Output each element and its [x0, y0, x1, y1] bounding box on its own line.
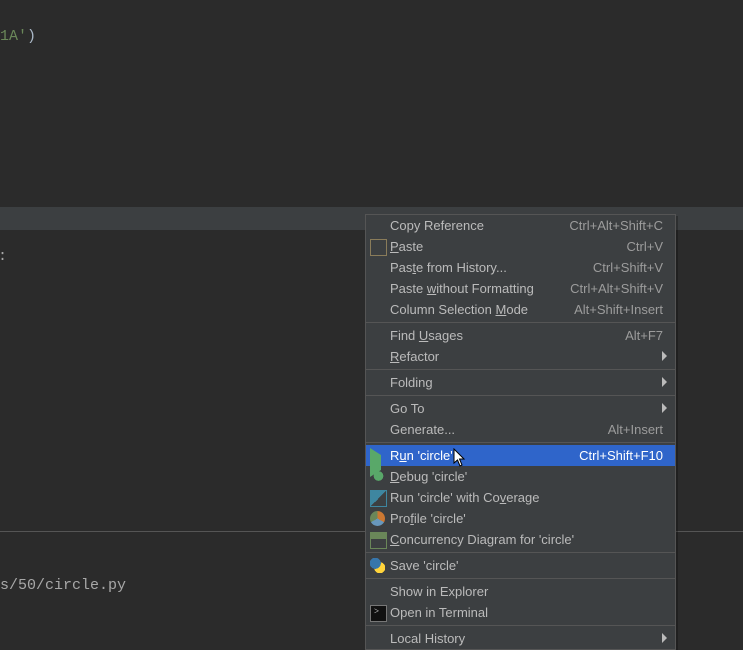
menu-item[interactable]: Paste from History... Ctrl+Shift+V — [366, 257, 675, 278]
submenu-arrow-icon — [662, 377, 667, 387]
menu-item-label: Open in Terminal — [390, 602, 488, 623]
context-menu[interactable]: Copy Reference Ctrl+Alt+Shift+C Paste Ctrl+… — [365, 214, 676, 650]
menu-item[interactable]: Paste without Formatting Ctrl+Alt+Shift+V — [366, 278, 675, 299]
menu-item[interactable]: Debug 'circle' — [366, 466, 675, 487]
menu-item[interactable]: Save 'circle' — [366, 555, 675, 576]
menu-item-shortcut: Alt+Shift+Insert — [574, 299, 663, 320]
menu-item-shortcut: Alt+F7 — [625, 325, 663, 346]
menu-item[interactable]: Profile 'circle' — [366, 508, 675, 529]
menu-item[interactable]: Concurrency Diagram for 'circle' — [366, 529, 675, 550]
python-icon — [370, 558, 385, 573]
menu-item-label: Local History — [390, 628, 465, 649]
menu-item[interactable]: Show in Explorer — [366, 581, 675, 602]
menu-item-label: Profile 'circle' — [390, 508, 466, 529]
menu-separator — [366, 369, 675, 370]
menu-item[interactable]: Open in Terminal — [366, 602, 675, 623]
menu-item[interactable]: Run 'circle' Ctrl+Shift+F10 — [366, 445, 675, 466]
menu-item-label: Generate... — [390, 419, 455, 440]
status-path: s/50/circle.py — [0, 577, 126, 594]
code-fragment: 1A') — [0, 28, 36, 45]
submenu-arrow-icon — [662, 351, 667, 361]
menu-separator — [366, 395, 675, 396]
menu-item[interactable]: Paste Ctrl+V — [366, 236, 675, 257]
menu-item-label: Debug 'circle' — [390, 466, 467, 487]
code-token-paren: ) — [27, 28, 36, 45]
menu-item-label: Show in Explorer — [390, 581, 488, 602]
submenu-arrow-icon — [662, 633, 667, 643]
menu-item[interactable]: Copy Reference Ctrl+Alt+Shift+C — [366, 215, 675, 236]
cover-icon — [370, 490, 387, 507]
menu-item[interactable]: Folding — [366, 372, 675, 393]
menu-item[interactable]: Generate... Alt+Insert — [366, 419, 675, 440]
menu-separator — [366, 578, 675, 579]
menu-separator — [366, 625, 675, 626]
term-icon — [370, 605, 387, 622]
menu-item[interactable]: Local History — [366, 628, 675, 649]
menu-item-label: Run 'circle' with Coverage — [390, 487, 539, 508]
debug-icon — [370, 469, 387, 486]
menu-item[interactable]: Run 'circle' with Coverage — [366, 487, 675, 508]
code-token-string: 1A' — [0, 28, 27, 45]
menu-item-label: Folding — [390, 372, 433, 393]
editor-area[interactable]: 1A') — [0, 0, 743, 207]
menu-item[interactable]: Find Usages Alt+F7 — [366, 325, 675, 346]
menu-item-label: Paste from History... — [390, 257, 507, 278]
menu-item-label: Concurrency Diagram for 'circle' — [390, 529, 574, 550]
menu-item-label: Refactor — [390, 346, 439, 367]
menu-item-shortcut: Ctrl+Shift+V — [593, 257, 663, 278]
menu-item-label: Paste without Formatting — [390, 278, 534, 299]
menu-item-shortcut: Ctrl+Alt+Shift+C — [569, 215, 663, 236]
menu-item-label: Go To — [390, 398, 424, 419]
menu-separator — [366, 442, 675, 443]
panel-text-fragment: : — [0, 248, 7, 265]
concur-icon — [370, 532, 387, 549]
menu-separator — [366, 322, 675, 323]
menu-item-label: Paste — [390, 236, 423, 257]
menu-item-shortcut: Ctrl+Alt+Shift+V — [570, 278, 663, 299]
menu-separator — [366, 552, 675, 553]
menu-item-shortcut: Ctrl+Shift+F10 — [579, 445, 663, 466]
menu-item-label: Save 'circle' — [390, 555, 459, 576]
menu-item-label: Column Selection Mode — [390, 299, 528, 320]
profile-icon — [370, 511, 385, 526]
menu-item-label: Find Usages — [390, 325, 463, 346]
menu-item[interactable]: Go To — [366, 398, 675, 419]
submenu-arrow-icon — [662, 403, 667, 413]
menu-item[interactable]: Column Selection Mode Alt+Shift+Insert — [366, 299, 675, 320]
menu-item-shortcut: Alt+Insert — [608, 419, 663, 440]
menu-item-label: Copy Reference — [390, 215, 484, 236]
paste-icon — [370, 239, 387, 256]
menu-item-label: Run 'circle' — [390, 445, 453, 466]
menu-item[interactable]: Refactor — [366, 346, 675, 367]
menu-item-shortcut: Ctrl+V — [627, 236, 663, 257]
